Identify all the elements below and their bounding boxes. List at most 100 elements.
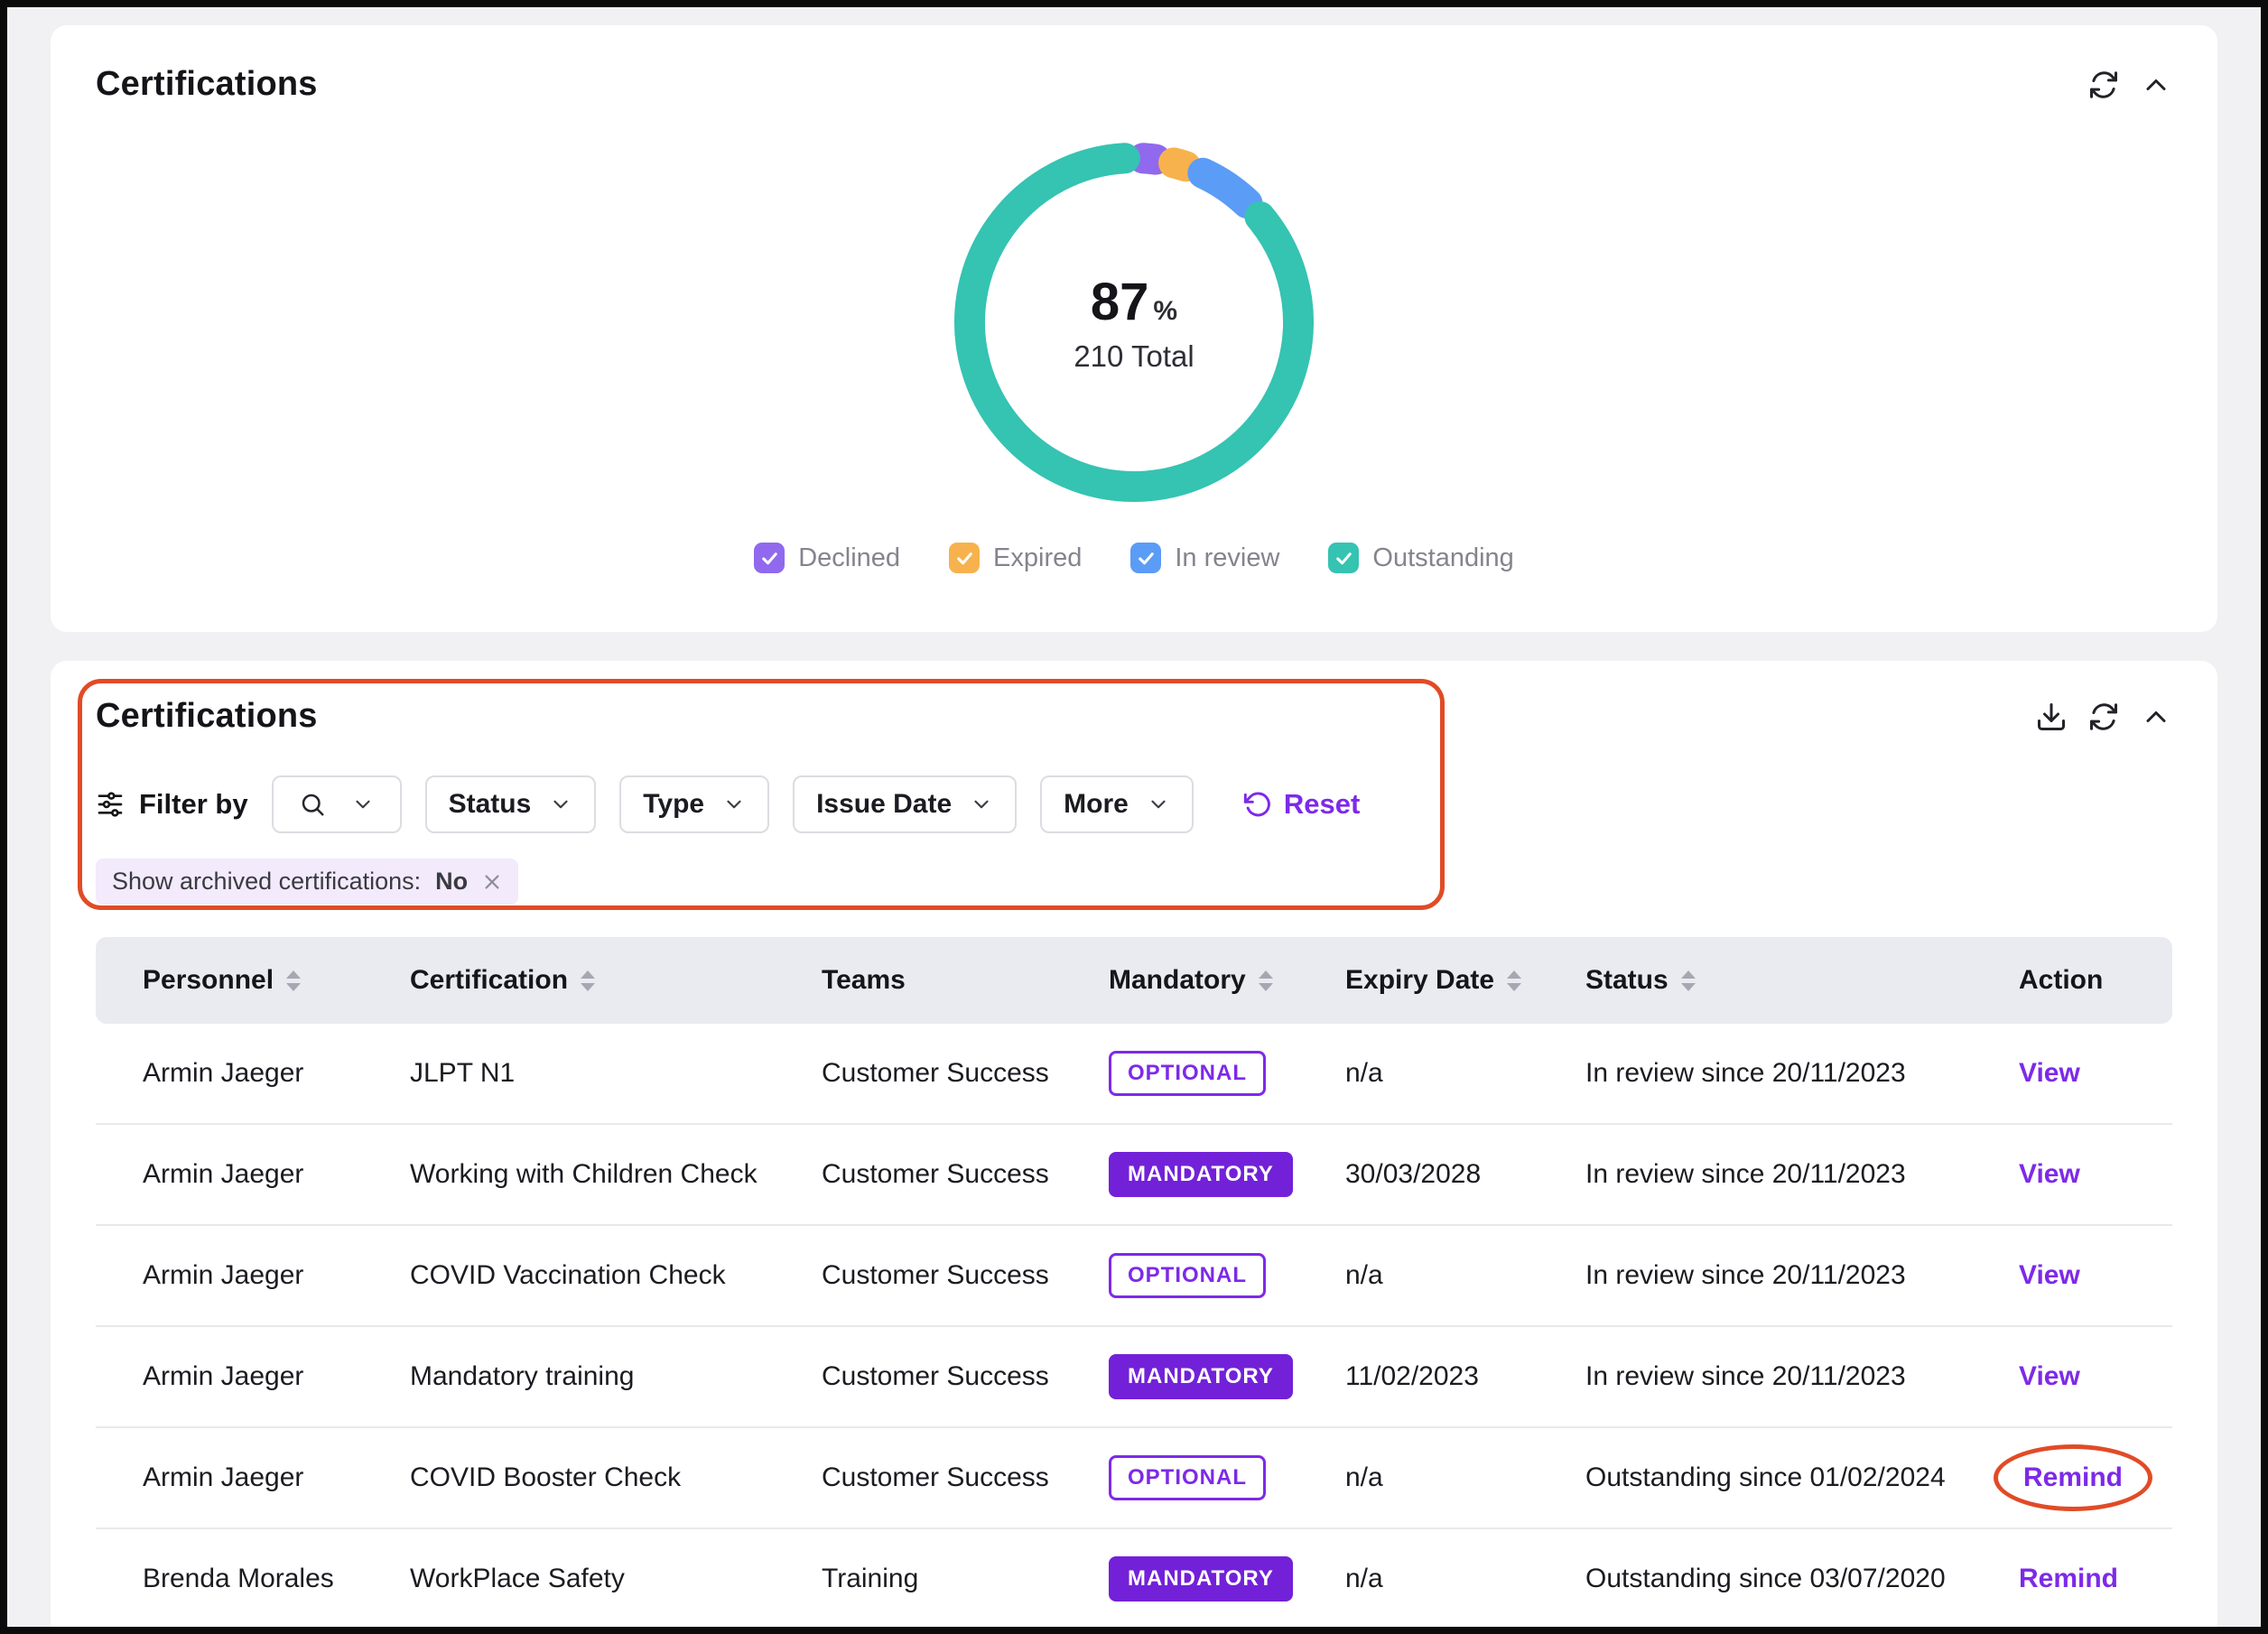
filter-by-label: Filter by: [96, 788, 248, 821]
chevron-down-icon: [549, 793, 572, 816]
table-header-row: Personnel Certification Teams Mandatory …: [96, 937, 2172, 1024]
teams-cell: Customer Success: [822, 1260, 1109, 1291]
legend-checkbox[interactable]: [1130, 543, 1161, 573]
action-link[interactable]: View: [2019, 1159, 2080, 1189]
table-row: Armin Jaeger Working with Children Check…: [96, 1125, 2172, 1226]
expiry-date-cell: n/a: [1345, 1260, 1585, 1291]
refresh-icon[interactable]: [2087, 69, 2120, 101]
action-link[interactable]: View: [2019, 1260, 2080, 1290]
action-link[interactable]: Remind: [2019, 1564, 2118, 1593]
chevron-down-icon: [351, 793, 375, 816]
mandatory-cell: OPTIONAL: [1109, 1253, 1345, 1298]
chip-text: Show archived certifications:: [112, 868, 421, 896]
check-icon: [954, 548, 975, 569]
certifications-table: Personnel Certification Teams Mandatory …: [96, 937, 2172, 1627]
column-label: Expiry Date: [1345, 965, 1494, 996]
page-background: Certifications 87 % 210: [7, 7, 2261, 1627]
donut-total-label: 210 Total: [1074, 339, 1194, 374]
filter-dropdown-status[interactable]: Status: [425, 775, 597, 833]
table-body: Armin Jaeger JLPT N1 Customer Success OP…: [96, 1024, 2172, 1627]
filter-bar: Filter by Status Type Issue Date More Re…: [96, 775, 2172, 833]
chart-legend: Declined Expired In review Outstanding: [96, 543, 2172, 573]
legend-checkbox[interactable]: [949, 543, 980, 573]
chevron-down-icon: [722, 793, 746, 816]
column-header-teams[interactable]: Teams: [822, 965, 1109, 996]
action-cell: Remind: [2019, 1458, 2136, 1498]
status-cell: In review since 20/11/2023: [1585, 1361, 2019, 1392]
personnel-cell: Armin Jaeger: [143, 1260, 410, 1291]
donut-percent-value: 87: [1091, 272, 1149, 332]
table-card-title: Certifications: [96, 697, 318, 736]
legend-checkbox[interactable]: [754, 543, 785, 573]
summary-card-title: Certifications: [96, 65, 318, 104]
action-link[interactable]: Remind: [2023, 1462, 2123, 1492]
reset-icon: [1242, 790, 1271, 819]
annotation-ellipse: Remind: [1994, 1444, 2152, 1511]
filter-by-text: Filter by: [139, 788, 248, 821]
search-filter-button[interactable]: [272, 775, 402, 833]
check-icon: [759, 548, 780, 569]
column-header-action[interactable]: Action: [2019, 965, 2136, 996]
certifications-table-card: Certifications Filter by: [51, 661, 2217, 1627]
action-link[interactable]: View: [2019, 1361, 2080, 1391]
mandatory-cell: OPTIONAL: [1109, 1051, 1345, 1096]
dropdown-label: Issue Date: [816, 789, 952, 820]
status-cell: In review since 20/11/2023: [1585, 1159, 2019, 1190]
column-header-personnel[interactable]: Personnel: [143, 965, 410, 996]
check-icon: [1334, 548, 1354, 569]
personnel-cell: Armin Jaeger: [143, 1159, 410, 1190]
sort-icon: [1681, 970, 1696, 991]
download-icon[interactable]: [2035, 701, 2068, 733]
action-cell: View: [2019, 1260, 2136, 1291]
summary-card-actions: [2087, 69, 2172, 101]
collapse-icon[interactable]: [2140, 701, 2172, 733]
legend-item: Outstanding: [1328, 543, 1513, 573]
teams-cell: Customer Success: [822, 1159, 1109, 1190]
mandatory-badge: OPTIONAL: [1109, 1253, 1266, 1298]
column-header-certification[interactable]: Certification: [410, 965, 822, 996]
column-header-expiry-date[interactable]: Expiry Date: [1345, 965, 1585, 996]
filter-dropdown-more[interactable]: More: [1040, 775, 1194, 833]
chip-close-icon[interactable]: [482, 872, 502, 892]
table-row: Armin Jaeger JLPT N1 Customer Success OP…: [96, 1024, 2172, 1125]
teams-cell: Customer Success: [822, 1361, 1109, 1392]
reset-label: Reset: [1284, 788, 1360, 821]
teams-cell: Customer Success: [822, 1462, 1109, 1493]
legend-label: Expired: [993, 543, 1082, 573]
chip-value: No: [435, 868, 468, 896]
table-row: Armin Jaeger COVID Booster Check Custome…: [96, 1428, 2172, 1529]
expiry-date-cell: 30/03/2028: [1345, 1159, 1585, 1190]
column-header-status[interactable]: Status: [1585, 965, 2019, 996]
personnel-cell: Armin Jaeger: [143, 1361, 410, 1392]
legend-label: Declined: [798, 543, 900, 573]
personnel-cell: Brenda Morales: [143, 1564, 410, 1594]
sort-icon: [581, 970, 595, 991]
filter-dropdown-type[interactable]: Type: [619, 775, 769, 833]
filter-dropdown-issue-date[interactable]: Issue Date: [793, 775, 1017, 833]
table-card-actions: [2035, 701, 2172, 733]
chevron-down-icon: [1147, 793, 1170, 816]
reset-filters-button[interactable]: Reset: [1242, 788, 1360, 821]
certification-cell: JLPT N1: [410, 1058, 822, 1089]
certification-cell: WorkPlace Safety: [410, 1564, 822, 1594]
column-header-mandatory[interactable]: Mandatory: [1109, 965, 1345, 996]
sliders-icon: [96, 790, 125, 819]
column-label: Mandatory: [1109, 965, 1246, 996]
refresh-icon[interactable]: [2087, 701, 2120, 733]
legend-item: In review: [1130, 543, 1279, 573]
active-filter-chip: Show archived certifications: No: [96, 859, 518, 905]
check-icon: [1136, 548, 1157, 569]
action-cell: View: [2019, 1159, 2136, 1190]
legend-checkbox[interactable]: [1328, 543, 1359, 573]
mandatory-cell: OPTIONAL: [1109, 1455, 1345, 1500]
collapse-icon[interactable]: [2140, 69, 2172, 101]
mandatory-badge: OPTIONAL: [1109, 1051, 1266, 1096]
personnel-cell: Armin Jaeger: [143, 1058, 410, 1089]
search-icon: [299, 791, 326, 818]
sort-icon: [1507, 970, 1521, 991]
expiry-date-cell: n/a: [1345, 1564, 1585, 1594]
mandatory-cell: MANDATORY: [1109, 1556, 1345, 1602]
certification-cell: COVID Vaccination Check: [410, 1260, 822, 1291]
action-link[interactable]: View: [2019, 1058, 2080, 1088]
dropdown-label: Type: [643, 789, 704, 820]
